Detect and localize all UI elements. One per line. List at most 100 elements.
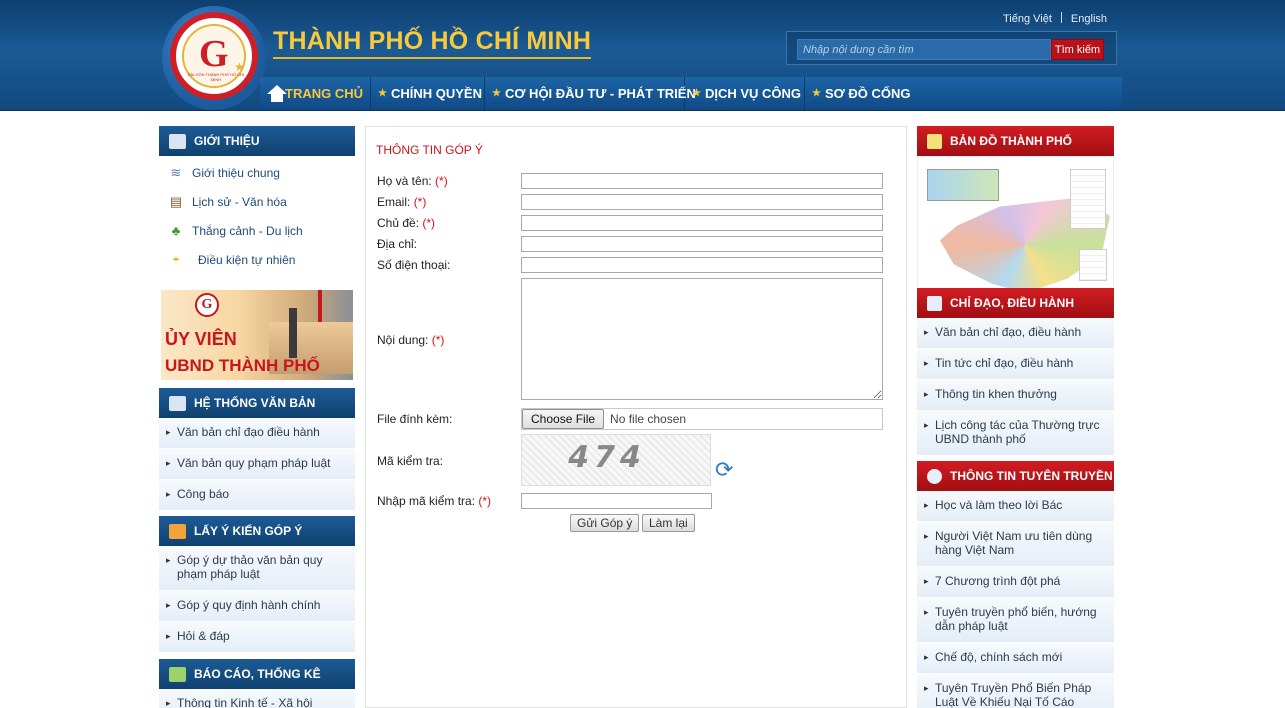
statue-image — [289, 308, 297, 358]
language-switcher: Tiếng Việt English — [1003, 12, 1107, 25]
attach-label: File đính kèm: — [377, 412, 453, 426]
bar-chart-icon — [169, 666, 186, 682]
feedback-box: LẤY Ý KIẾN GÓP Ý Góp ý dự thảo văn bản q… — [159, 516, 355, 653]
search-input[interactable] — [797, 39, 1051, 60]
globe-icon — [927, 468, 942, 484]
search-button[interactable]: Tìm kiếm — [1051, 39, 1104, 60]
direction-header: CHỈ ĐẠO, ĐIỀU HÀNH — [917, 288, 1114, 318]
intro-item-nature[interactable]: ◓ Điều kiện tự nhiên — [159, 245, 355, 274]
intro-title: GIỚI THIỆU — [194, 134, 260, 148]
banner-logo-icon: G — [195, 293, 219, 317]
email-field[interactable] — [521, 194, 883, 210]
document-icon — [169, 395, 186, 411]
star-icon: ★ — [692, 88, 701, 99]
propaganda-item-vn-goods[interactable]: Người Việt Nam ưu tiên dùng hàng Việt Na… — [917, 522, 1114, 567]
scroll-icon: ▤ — [169, 193, 183, 209]
nav-sitemap[interactable]: ★ SƠ ĐỒ CỔNG — [805, 77, 915, 110]
feedback-item-qa[interactable]: Hỏi & đáp — [159, 622, 355, 653]
site-logo[interactable]: G ★ SÀI GÒN THÀNH PHỐ HỒ CHÍ MINH — [162, 6, 266, 110]
submit-button[interactable]: Gửi Góp ý — [570, 514, 640, 532]
captcha-input[interactable] — [521, 493, 712, 509]
choose-file-button[interactable]: Choose File — [522, 409, 605, 429]
nav-public-services[interactable]: ★ DỊCH VỤ CÔNG — [685, 77, 805, 110]
feedback-header: LẤY Ý KIẾN GÓP Ý — [159, 516, 355, 546]
stack-icon: ≋ — [170, 164, 182, 180]
direction-box: CHỈ ĐẠO, ĐIỀU HÀNH Văn bản chỉ đạo, điều… — [917, 288, 1114, 456]
refresh-captcha-icon[interactable]: ⟳ — [715, 459, 735, 483]
docs-item-gazette[interactable]: Công báo — [159, 480, 355, 511]
nav-home[interactable]: TRANG CHỦ — [260, 77, 371, 110]
lang-vietnamese-link[interactable]: Tiếng Việt — [1003, 13, 1052, 25]
propaganda-item-law[interactable]: Tuyên truyền phổ biến, hướng dẫn pháp lu… — [917, 598, 1114, 643]
propaganda-box: THÔNG TIN TUYÊN TRUYỀN Học và làm theo l… — [917, 461, 1114, 708]
map-inset — [927, 169, 999, 201]
direction-list: Văn bản chỉ đạo, điều hành Tin tức chỉ đ… — [917, 318, 1114, 456]
subject-label: Chủ đề: (*) — [377, 216, 436, 230]
propaganda-item-programs[interactable]: 7 Chương trình đột phá — [917, 567, 1114, 598]
captcha-text: 474 — [564, 440, 650, 475]
intro-item-label: Điều kiện tự nhiên — [198, 252, 296, 267]
direction-item-schedule[interactable]: Lịch công tác của Thường trực UBND thành… — [917, 411, 1114, 456]
subject-field[interactable] — [521, 215, 883, 231]
propaganda-header: THÔNG TIN TUYÊN TRUYỀN — [917, 461, 1114, 491]
reports-item-economy[interactable]: Thông tin Kinh tế - Xã hội — [159, 689, 355, 708]
file-status: No file chosen — [610, 412, 687, 426]
document-icon — [927, 295, 942, 311]
propaganda-title: THÔNG TIN TUYÊN TRUYỀN — [950, 469, 1113, 483]
address-field[interactable] — [521, 236, 883, 252]
email-label: Email: (*) — [377, 195, 427, 209]
nav-investment[interactable]: ★ CƠ HỘI ĐẦU TƯ - PHÁT TRIỂN — [485, 77, 696, 110]
feedback-form: THÔNG TIN GÓP Ý Họ và tên: (*) Email: (*… — [365, 126, 907, 708]
intro-item-history[interactable]: ▤ Lịch sử - Văn hóa — [159, 187, 355, 216]
banner-line2: UBND THÀNH PHỐ — [165, 356, 320, 375]
propaganda-item-complaints[interactable]: Tuyên Truyền Phổ Biến Pháp Luật Về Khiếu… — [917, 674, 1114, 708]
captcha-input-label: Nhập mã kiểm tra: (*) — [377, 494, 492, 508]
docs-item-direction[interactable]: Văn bản chỉ đạo điều hành — [159, 418, 355, 449]
direction-item-awards[interactable]: Thông tin khen thưởng — [917, 380, 1114, 411]
map-legend-secondary — [1079, 249, 1107, 281]
nav-government-label: CHÍNH QUYỀN — [390, 86, 482, 101]
docs-box: HỆ THỐNG VĂN BẢN Văn bản chỉ đạo điều hà… — [159, 388, 355, 511]
docs-item-legal[interactable]: Văn bản quy phạm pháp luật — [159, 449, 355, 480]
building-icon — [169, 133, 186, 149]
map-icon — [927, 133, 942, 149]
propaganda-item-uncle-ho[interactable]: Học và làm theo lời Bác — [917, 491, 1114, 522]
phone-label: Số điện thoại: — [377, 258, 451, 272]
content-textarea[interactable] — [521, 278, 883, 400]
palm-tree-icon: ♣ — [171, 223, 181, 238]
docs-header: HỆ THỐNG VĂN BẢN — [159, 388, 355, 418]
map-header: BẢN ĐỒ THÀNH PHỐ — [917, 126, 1114, 156]
map-legend — [1070, 169, 1106, 229]
main-nav: TRANG CHỦ ★ CHÍNH QUYỀN ★ CƠ HỘI ĐẦU TƯ - … — [260, 77, 1122, 110]
feedback-item-admin[interactable]: Góp ý quy định hành chính — [159, 591, 355, 622]
intro-item-general[interactable]: ≋ Giới thiệu chung — [159, 158, 355, 187]
propaganda-item-policy[interactable]: Chế độ, chính sách mới — [917, 643, 1114, 674]
nav-sitemap-label: SƠ ĐỒ CỔNG — [824, 86, 911, 101]
committee-banner[interactable]: G ỦY VIÊN UBND THÀNH PHỐ — [161, 290, 353, 380]
intro-item-label: Lịch sử - Văn hóa — [192, 194, 287, 209]
fullname-field[interactable] — [521, 173, 883, 189]
nav-government[interactable]: ★ CHÍNH QUYỀN — [371, 77, 485, 110]
search-box: Tìm kiếm — [786, 31, 1117, 65]
comment-icon — [169, 523, 186, 539]
docs-list: Văn bản chỉ đạo điều hành Văn bản quy ph… — [159, 418, 355, 511]
reset-button[interactable]: Làm lại — [642, 514, 695, 532]
nav-public-services-label: DỊCH VỤ CÔNG — [704, 86, 802, 101]
right-sidebar: BẢN ĐỒ THÀNH PHỐ — [917, 126, 1114, 312]
map-title: BẢN ĐỒ THÀNH PHỐ — [950, 134, 1072, 148]
direction-item-docs[interactable]: Văn bản chỉ đạo, điều hành — [917, 318, 1114, 349]
site-title[interactable]: THÀNH PHỐ HỒ CHÍ MINH — [273, 27, 592, 59]
propaganda-list: Học và làm theo lời Bác Người Việt Nam ư… — [917, 491, 1114, 708]
form-title: THÔNG TIN GÓP Ý — [376, 143, 483, 157]
address-label: Địa chỉ: — [377, 237, 418, 251]
direction-item-news[interactable]: Tin tức chỉ đạo, điều hành — [917, 349, 1114, 380]
feedback-item-draft[interactable]: Góp ý dự thảo văn bản quy phạm pháp luật — [159, 546, 355, 591]
lang-english-link[interactable]: English — [1071, 13, 1107, 25]
direction-title: CHỈ ĐẠO, ĐIỀU HÀNH — [950, 296, 1075, 310]
star-icon: ★ — [378, 88, 387, 99]
logo-emblem: G ★ SÀI GÒN THÀNH PHỐ HỒ CHÍ MINH — [170, 12, 258, 100]
nav-investment-label: CƠ HỘI ĐẦU TƯ - PHÁT TRIỂN — [504, 86, 696, 101]
site-header: G ★ SÀI GÒN THÀNH PHỐ HỒ CHÍ MINH THÀNH … — [0, 0, 1285, 111]
intro-item-tourism[interactable]: ♣ Thắng cảnh - Du lịch — [159, 216, 355, 245]
phone-field[interactable] — [521, 257, 883, 273]
